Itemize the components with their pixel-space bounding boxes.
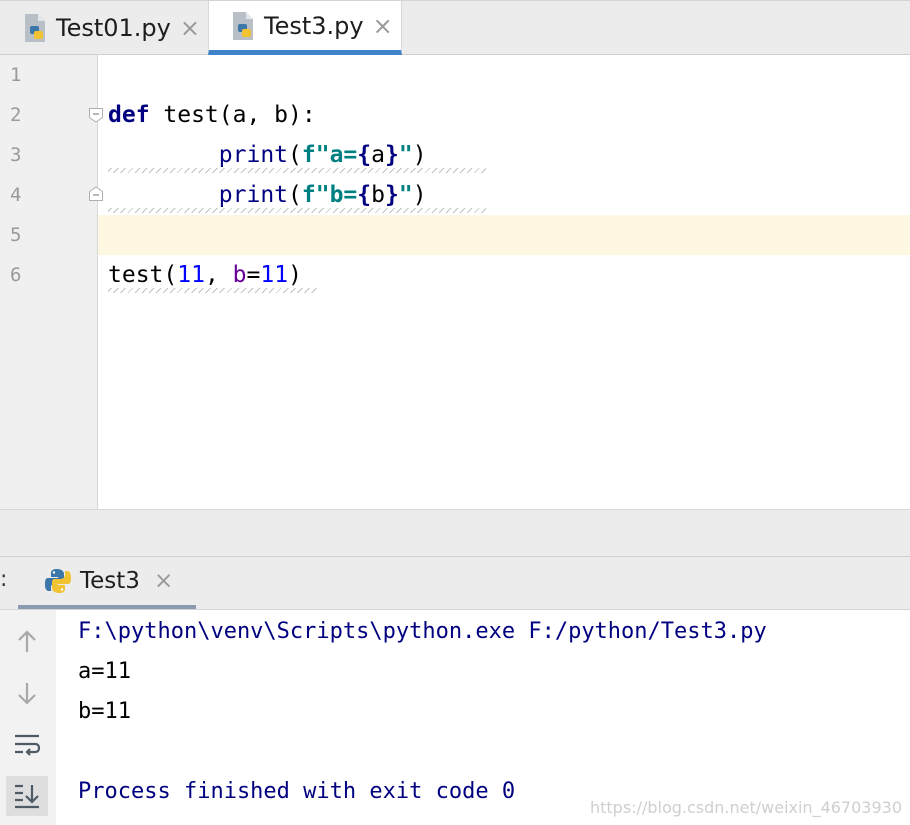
scroll-to-end-icon — [15, 784, 39, 809]
console-output-line: b=11 — [78, 699, 131, 724]
warning-underline — [108, 208, 486, 213]
panel-separator[interactable] — [0, 509, 910, 557]
tab-test3-py[interactable]: Test3.py × — [208, 1, 402, 55]
previous-occurrence-button[interactable] — [6, 622, 48, 662]
arrow-up-icon — [18, 630, 36, 652]
close-icon[interactable]: × — [373, 14, 393, 38]
scroll-to-end-button[interactable] — [6, 776, 48, 816]
watermark: https://blog.csdn.net/weixin_46703930 — [589, 798, 902, 817]
line-number: 5 — [10, 224, 22, 246]
run-toolbar — [0, 610, 56, 825]
code-editor[interactable]: 1 2 3 4 5 6 def test(a, b): print(f"a={a… — [0, 55, 910, 509]
close-icon[interactable]: × — [180, 16, 200, 40]
console-command-line: F:\python\venv\Scripts\python.exe F:/pyt… — [78, 619, 767, 644]
fold-collapse-icon[interactable] — [88, 107, 104, 123]
close-icon[interactable]: × — [154, 568, 173, 594]
warning-underline — [108, 168, 486, 173]
tab-label: Test01.py — [56, 14, 171, 42]
soft-wrap-icon — [15, 734, 41, 756]
tab-test01-py[interactable]: Test01.py × — [22, 1, 206, 55]
tab-label: Test3.py — [264, 11, 364, 40]
python-file-icon — [233, 11, 253, 40]
run-title-fragment: : — [0, 567, 8, 592]
current-line-highlight — [98, 215, 910, 255]
fold-end-icon[interactable] — [88, 186, 104, 202]
line-number: 2 — [10, 104, 22, 126]
python-logo-icon — [45, 569, 71, 593]
console-exit-line: Process finished with exit code 0 — [78, 779, 516, 804]
line-number: 6 — [10, 264, 22, 286]
console-output-line: a=11 — [78, 659, 131, 684]
editor-tab-bar: Test01.py × Test3.py × — [0, 0, 910, 55]
line-number: 1 — [10, 64, 22, 86]
code-line-2: def test(a, b): — [108, 102, 316, 128]
line-number: 4 — [10, 184, 22, 206]
arrow-down-icon — [18, 683, 36, 705]
line-number: 3 — [10, 144, 22, 166]
run-tool-window-header: : Test3 × — [0, 557, 910, 610]
soft-wrap-button[interactable] — [6, 725, 48, 765]
run-tab-label: Test3 — [80, 568, 140, 594]
python-file-icon — [25, 14, 45, 42]
warning-underline — [108, 288, 318, 293]
run-console[interactable]: F:\python\venv\Scripts\python.exe F:/pyt… — [56, 610, 910, 825]
run-tab-test3[interactable]: Test3 × — [18, 557, 196, 609]
next-occurrence-button[interactable] — [6, 673, 48, 713]
